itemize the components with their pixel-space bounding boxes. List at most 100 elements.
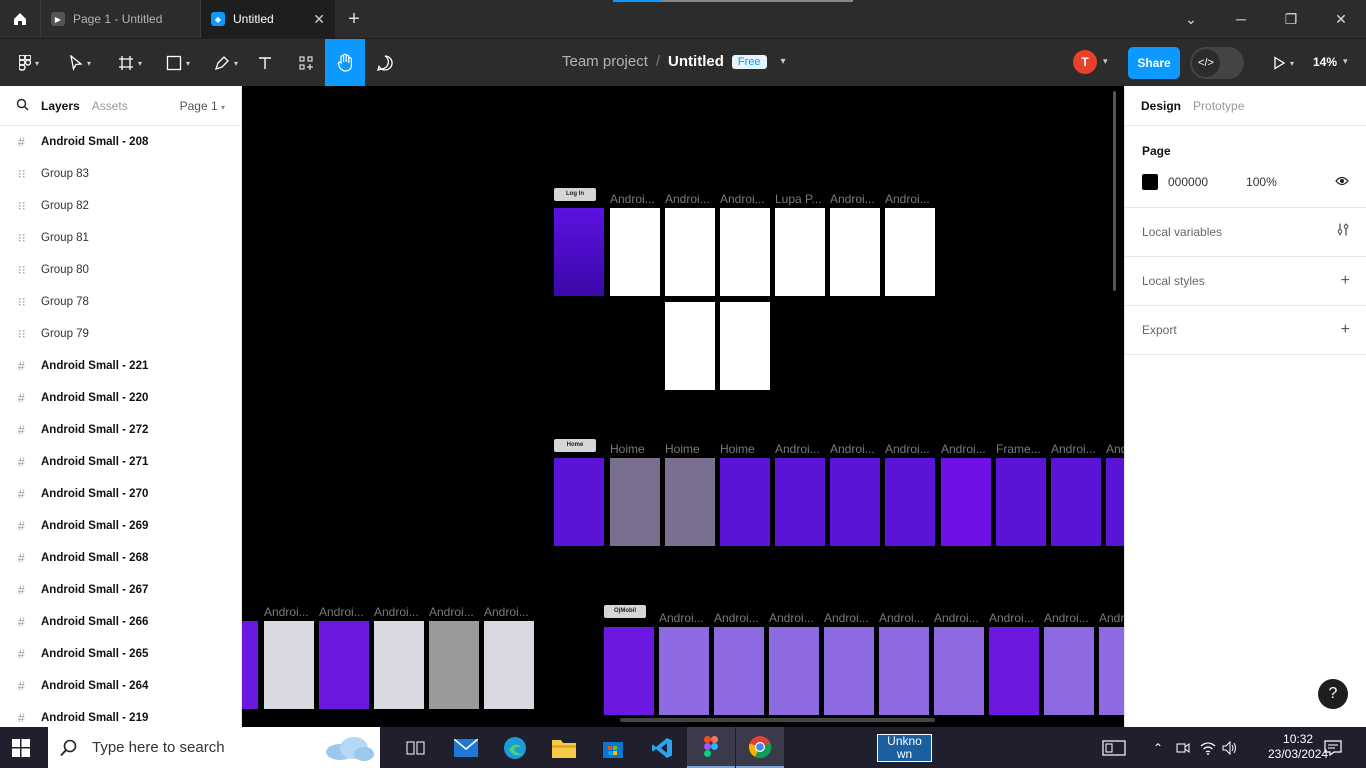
- page-selector[interactable]: Page 1 ▾: [180, 99, 225, 113]
- horizontal-scrollbar[interactable]: [620, 718, 935, 722]
- layer-item[interactable]: # Android Small - 220: [0, 382, 241, 414]
- team-name[interactable]: Team project: [562, 53, 648, 70]
- zoom-level[interactable]: 14%: [1313, 55, 1337, 69]
- frame-thumbnail[interactable]: [1044, 627, 1094, 715]
- text-tool[interactable]: [254, 39, 276, 87]
- frame-label[interactable]: Androi...: [775, 442, 820, 456]
- move-tool[interactable]: ▾: [60, 39, 100, 87]
- tray-chevron-up-icon[interactable]: ⌃: [1153, 727, 1163, 768]
- hand-tool[interactable]: [325, 39, 365, 87]
- page-color-swatch[interactable]: [1142, 174, 1158, 190]
- frame-label[interactable]: Androi...: [824, 611, 869, 625]
- frame-label[interactable]: Androi...: [610, 192, 655, 206]
- frame-thumbnail[interactable]: [374, 621, 424, 709]
- layer-item[interactable]: # Android Small - 264: [0, 670, 241, 702]
- layer-item[interactable]: # Android Small - 268: [0, 542, 241, 574]
- taskbar-clock[interactable]: 10:32 23/03/2024: [1268, 732, 1328, 762]
- frame-thumbnail[interactable]: [830, 208, 880, 296]
- vertical-scrollbar[interactable]: [1113, 91, 1116, 291]
- layer-item[interactable]: # Android Small - 270: [0, 478, 241, 510]
- layer-item[interactable]: # Android Small - 221: [0, 350, 241, 382]
- layer-item[interactable]: ⁝⁝ Group 79: [0, 318, 241, 350]
- frame-thumbnail[interactable]: [554, 458, 604, 546]
- layer-item[interactable]: ⁝⁝ Group 81: [0, 222, 241, 254]
- frame-label[interactable]: Hoime: [720, 442, 755, 456]
- frame-thumbnail[interactable]: [610, 458, 660, 546]
- frame-label[interactable]: Hoime: [665, 442, 700, 456]
- mail-app[interactable]: [442, 727, 490, 768]
- windows-start-icon[interactable]: [12, 739, 30, 762]
- section-label-login[interactable]: Log In: [554, 188, 596, 201]
- frame-label[interactable]: Androi...: [659, 611, 704, 625]
- frame-thumbnail[interactable]: [429, 621, 479, 709]
- frame-thumbnail[interactable]: [885, 458, 935, 546]
- tabs-dropdown-icon[interactable]: ⌄: [1166, 0, 1216, 38]
- frame-tool[interactable]: ▾: [110, 39, 150, 87]
- frame-thumbnail[interactable]: [830, 458, 880, 546]
- frame-label[interactable]: Androi...: [830, 192, 875, 206]
- local-variables-section[interactable]: Local variables: [1125, 208, 1366, 257]
- frame-thumbnail[interactable]: [824, 627, 874, 715]
- frame-thumbnail[interactable]: [769, 627, 819, 715]
- page-opacity[interactable]: 100%: [1246, 175, 1277, 189]
- zoom-chevron-icon[interactable]: ▾: [1343, 56, 1348, 67]
- section-label-ojmobil[interactable]: OjMobil: [604, 605, 646, 618]
- tab-page1[interactable]: ▶ Page 1 - Untitled: [40, 0, 200, 38]
- frame-label[interactable]: Androi...: [319, 605, 364, 619]
- tab-assets[interactable]: Assets: [92, 99, 128, 113]
- edge-app[interactable]: [491, 727, 539, 768]
- restore-button[interactable]: ❐: [1266, 0, 1316, 38]
- frame-label[interactable]: And: [1106, 442, 1124, 456]
- layer-item[interactable]: # Android Small - 267: [0, 574, 241, 606]
- frame-label[interactable]: Androi...: [885, 192, 930, 206]
- frame-label[interactable]: Lupa P...: [775, 192, 822, 206]
- eye-icon[interactable]: [1335, 175, 1349, 189]
- frame-thumbnail[interactable]: [775, 458, 825, 546]
- frame-thumbnail[interactable]: [665, 302, 715, 390]
- frame-thumbnail[interactable]: [879, 627, 929, 715]
- task-view-button[interactable]: [392, 727, 440, 768]
- frame-label[interactable]: Androi...: [1044, 611, 1089, 625]
- section-label-home[interactable]: Home: [554, 439, 596, 452]
- frame-label[interactable]: Androi...: [665, 192, 710, 206]
- frame-thumbnail[interactable]: [1051, 458, 1101, 546]
- page-color-hex[interactable]: 000000: [1168, 175, 1208, 189]
- new-tab-button[interactable]: +: [335, 0, 373, 38]
- dev-mode-toggle[interactable]: </>: [1190, 47, 1244, 79]
- frame-thumbnail[interactable]: [665, 458, 715, 546]
- tab-prototype[interactable]: Prototype: [1193, 99, 1244, 113]
- frame-label[interactable]: Androi...: [374, 605, 419, 619]
- share-button[interactable]: Share: [1128, 47, 1180, 79]
- frame-label[interactable]: Androi...: [769, 611, 814, 625]
- tray-keyboard-icon[interactable]: [1102, 727, 1126, 768]
- frame-thumbnail[interactable]: [1106, 458, 1124, 546]
- frame-thumbnail[interactable]: [775, 208, 825, 296]
- tab-design[interactable]: Design: [1141, 99, 1181, 113]
- layer-item[interactable]: ⁝⁝ Group 80: [0, 254, 241, 286]
- unknown-app[interactable]: Unkno wn: [877, 734, 932, 762]
- frame-thumbnail[interactable]: [941, 458, 991, 546]
- frame-label[interactable]: Androi...: [1051, 442, 1096, 456]
- frame-thumbnail[interactable]: [720, 458, 770, 546]
- avatar-chevron-icon[interactable]: ▾: [1103, 56, 1108, 67]
- frame-label[interactable]: Androi...: [264, 605, 309, 619]
- help-button[interactable]: ?: [1318, 679, 1348, 709]
- frame-label[interactable]: Androi...: [429, 605, 474, 619]
- frame-thumbnail[interactable]: [720, 302, 770, 390]
- frame-thumbnail[interactable]: [665, 208, 715, 296]
- frame-thumbnail[interactable]: [604, 627, 654, 715]
- resources-tool[interactable]: [294, 39, 318, 87]
- home-button[interactable]: [0, 0, 40, 38]
- frame-label[interactable]: Androi...: [941, 442, 986, 456]
- variables-icon[interactable]: [1336, 223, 1350, 242]
- layer-item[interactable]: # Android Small - 269: [0, 510, 241, 542]
- frame-label[interactable]: Androi...: [830, 442, 875, 456]
- frame-label[interactable]: Frame...: [996, 442, 1041, 456]
- tab-untitled[interactable]: ◆ Untitled ✕: [200, 0, 335, 38]
- file-explorer-app[interactable]: [540, 727, 588, 768]
- frame-label[interactable]: Androi...: [934, 611, 979, 625]
- frame-thumbnail[interactable]: [242, 621, 258, 709]
- layer-item[interactable]: ⁝⁝ Group 83: [0, 158, 241, 190]
- user-avatar[interactable]: T: [1073, 50, 1097, 74]
- figma-app[interactable]: [687, 727, 735, 768]
